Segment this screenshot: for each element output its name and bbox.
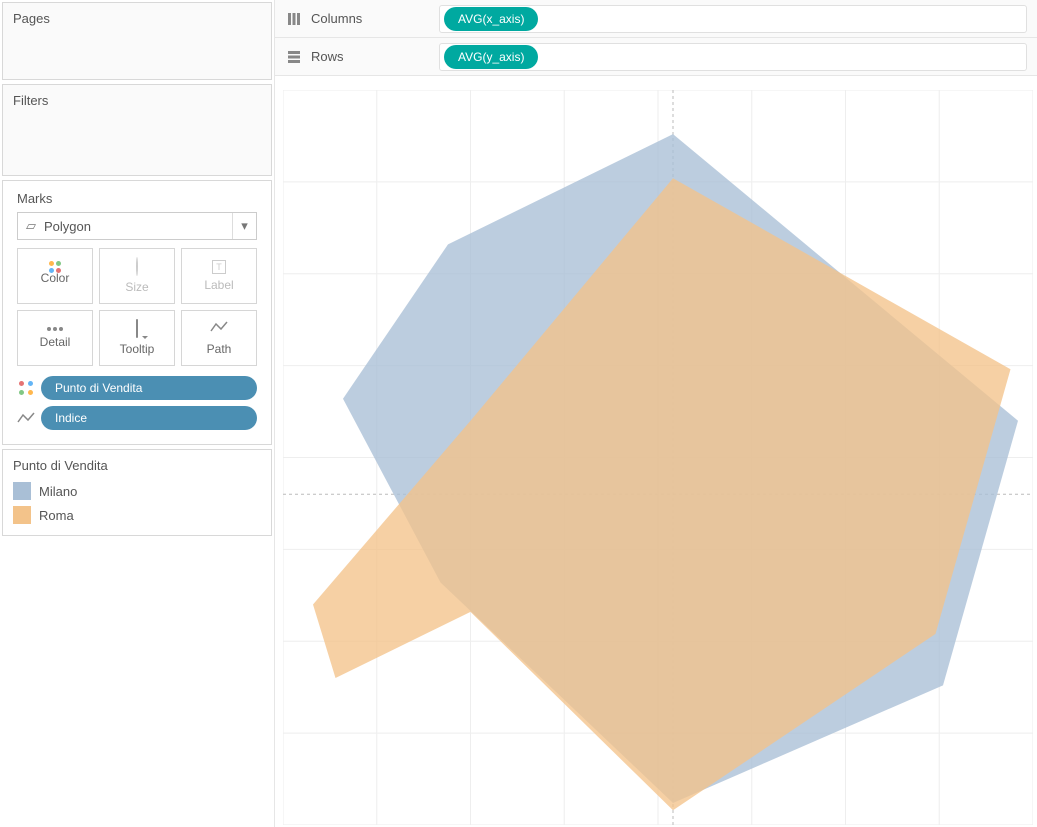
- color-legend[interactable]: Punto di Vendita Milano Roma: [2, 449, 272, 536]
- legend-item[interactable]: Milano: [13, 479, 261, 503]
- marks-card: Marks ▱ Polygon ▾ Color Size T Label: [2, 180, 272, 445]
- mark-type-label: Polygon: [44, 219, 232, 234]
- rows-icon: [285, 50, 303, 64]
- chart-canvas[interactable]: [283, 90, 1037, 827]
- pill-label: Punto di Vendita: [55, 381, 142, 395]
- polygon-roma[interactable]: [313, 178, 1011, 810]
- filters-shelf[interactable]: Filters: [2, 84, 272, 176]
- pill-label: AVG(y_axis): [458, 50, 524, 64]
- marks-pill-punto-di-vendita[interactable]: Punto di Vendita: [41, 376, 257, 400]
- columns-label: Columns: [311, 11, 431, 26]
- detail-icon: [47, 327, 63, 331]
- size-button[interactable]: Size: [99, 248, 175, 304]
- path-icon: [210, 320, 228, 338]
- polygon-icon: ▱: [18, 218, 44, 234]
- tooltip-icon: [136, 320, 138, 338]
- tooltip-label: Tooltip: [120, 342, 155, 356]
- legend-title: Punto di Vendita: [13, 458, 261, 473]
- filters-title: Filters: [13, 93, 48, 108]
- legend-swatch: [13, 506, 31, 524]
- label-button[interactable]: T Label: [181, 248, 257, 304]
- detail-button[interactable]: Detail: [17, 310, 93, 366]
- columns-pill-avg-x[interactable]: AVG(x_axis): [444, 7, 538, 31]
- label-icon: T: [212, 260, 226, 274]
- rows-shelf[interactable]: Rows AVG(y_axis): [275, 38, 1037, 76]
- color-label: Color: [41, 271, 70, 285]
- mark-type-dropdown[interactable]: ▱ Polygon ▾: [17, 212, 257, 240]
- pill-label: AVG(x_axis): [458, 12, 524, 26]
- marks-pill-indice[interactable]: Indice: [41, 406, 257, 430]
- marks-title: Marks: [17, 191, 257, 206]
- legend-label: Roma: [39, 508, 74, 523]
- color-button[interactable]: Color: [17, 248, 93, 304]
- columns-drop-zone[interactable]: AVG(x_axis): [439, 5, 1027, 33]
- pages-title: Pages: [13, 11, 50, 26]
- left-panel: Pages Filters Marks ▱ Polygon ▾ Color Si…: [0, 0, 274, 827]
- tooltip-button[interactable]: Tooltip: [99, 310, 175, 366]
- worksheet-area: Columns AVG(x_axis) Rows AVG(y_axis): [274, 0, 1037, 827]
- path-icon: [17, 412, 35, 424]
- label-label: Label: [204, 278, 233, 292]
- legend-label: Milano: [39, 484, 77, 499]
- detail-label: Detail: [40, 335, 71, 349]
- color-icon: [17, 380, 35, 396]
- legend-item[interactable]: Roma: [13, 503, 261, 527]
- legend-swatch: [13, 482, 31, 500]
- size-icon: [136, 258, 138, 276]
- chevron-down-icon: ▾: [232, 213, 256, 239]
- rows-pill-avg-y[interactable]: AVG(y_axis): [444, 45, 538, 69]
- path-button[interactable]: Path: [181, 310, 257, 366]
- path-label: Path: [207, 342, 232, 356]
- pill-label: Indice: [55, 411, 87, 425]
- rows-drop-zone[interactable]: AVG(y_axis): [439, 43, 1027, 71]
- size-label: Size: [125, 280, 148, 294]
- columns-icon: [285, 12, 303, 26]
- pages-shelf[interactable]: Pages: [2, 2, 272, 80]
- rows-label: Rows: [311, 49, 431, 64]
- columns-shelf[interactable]: Columns AVG(x_axis): [275, 0, 1037, 38]
